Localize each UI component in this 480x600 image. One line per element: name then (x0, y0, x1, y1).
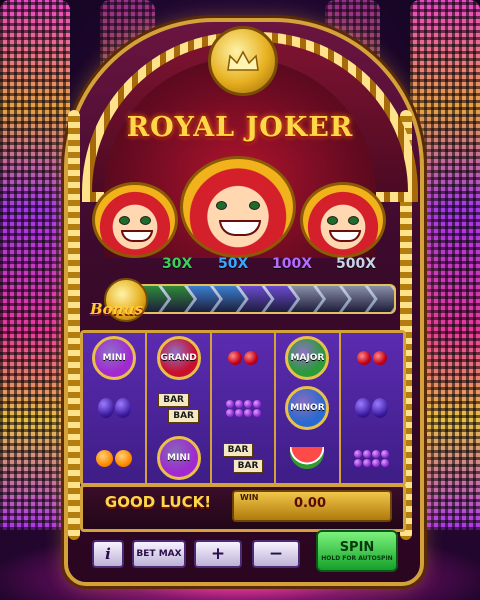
orange-symbol-icon (83, 433, 145, 483)
spin-label: SPIN (339, 540, 375, 555)
plum-symbol-icon (341, 383, 403, 433)
reel-grid: MINI GRAND BAR BAR MINI BAR BAR MAJOR MINOR (80, 330, 406, 486)
reel-column (340, 333, 404, 483)
decrease-bet-button[interactable]: − (252, 540, 300, 568)
jackpot-label: GRAND (156, 336, 201, 380)
multiplier-label: 30X (162, 256, 193, 272)
win-value: 0.00 (293, 496, 327, 511)
grape-symbol-icon (341, 433, 403, 483)
bet-max-button[interactable]: BET MAX (132, 540, 186, 568)
status-message: GOOD LUCK! (104, 493, 212, 511)
watermelon-symbol-icon (276, 433, 338, 483)
bonus-progress-track (134, 284, 396, 314)
jackpot-symbol: MINOR (276, 383, 338, 433)
increase-bet-button[interactable]: + (194, 540, 242, 568)
bonus-label: Bonus (90, 300, 143, 318)
bonus-meter: Bonus (88, 278, 396, 322)
info-button[interactable]: i (92, 540, 124, 568)
multiplier-label: 500X (336, 256, 377, 272)
multiplier-label: 100X (272, 256, 313, 272)
light-rail-left (68, 110, 80, 540)
jackpot-symbol: MINI (147, 433, 209, 483)
bar-label: BAR (222, 443, 254, 457)
cherry-symbol-icon (212, 333, 274, 383)
plum-symbol-icon (83, 383, 145, 433)
bar-label: BAR (232, 459, 264, 473)
jackpot-label: MINI (156, 436, 201, 480)
joker-face-icon (180, 156, 296, 258)
jackpot-label: MINI (92, 336, 137, 380)
jackpot-symbol: GRAND (147, 333, 209, 383)
reel-column: MAJOR MINOR (276, 333, 341, 483)
multiplier-label: 50X (218, 256, 249, 272)
jackpot-symbol: MINI (83, 333, 145, 383)
reel-column: BAR BAR (211, 333, 277, 483)
grape-symbol-icon (212, 383, 274, 433)
crown-coin-icon (208, 26, 278, 96)
spin-sublabel: HOLD FOR AUTOSPIN (321, 555, 393, 562)
game-title: ROYAL JOKER (126, 112, 354, 143)
jackpot-label: MINOR (285, 386, 330, 430)
reel-column: MINI (83, 333, 148, 483)
bar-symbol-icon: BAR BAR (147, 383, 209, 433)
joker-face-icon (300, 182, 386, 258)
bar-symbol-icon: BAR BAR (212, 433, 274, 483)
jackpot-label: MAJOR (285, 336, 330, 380)
bar-label: BAR (158, 393, 189, 407)
light-pillar-left (0, 0, 70, 600)
reel-column: GRAND BAR BAR MINI (147, 333, 212, 483)
jackpot-symbol: MAJOR (276, 333, 338, 383)
bar-label: BAR (168, 409, 199, 423)
cherry-symbol-icon (341, 333, 403, 383)
joker-face-icon (92, 182, 178, 258)
spin-button[interactable]: SPIN HOLD FOR AUTOSPIN (316, 530, 398, 572)
